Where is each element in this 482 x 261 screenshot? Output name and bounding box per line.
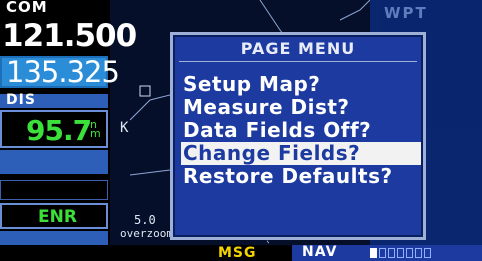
- menu-item-measure-dist[interactable]: Measure Dist?: [181, 96, 421, 119]
- dis-value: 95.7: [26, 114, 92, 147]
- dis-unit: n m: [90, 118, 101, 140]
- page-indicator-segment: [379, 248, 386, 258]
- page-indicator-segment: [370, 248, 377, 258]
- com-standby-frequency[interactable]: 135.325: [0, 55, 120, 89]
- left-datafields: COM 121.500 135.325 DIS 95.7 n m ENR: [0, 0, 137, 245]
- airport-icon: [139, 85, 151, 97]
- page-menu-title: PAGE MENU: [240, 39, 356, 58]
- menu-item-change-fields[interactable]: Change Fields?: [181, 142, 421, 165]
- overzoom-label: overzoom: [120, 227, 173, 240]
- map-scale: 5.0: [134, 213, 156, 227]
- gps-screen: K 5.0 overzoom WPT COM 121.500 135.325 D…: [0, 0, 482, 261]
- empty-datafield-1: [0, 150, 108, 174]
- wpt-label: WPT: [384, 4, 428, 22]
- nav-page-group: NAV: [292, 244, 482, 261]
- menu-item-setup-map[interactable]: Setup Map?: [181, 73, 421, 96]
- page-indicator-segment: [415, 248, 422, 258]
- page-indicator: [370, 248, 431, 258]
- page-menu: PAGE MENU Setup Map? Measure Dist? Data …: [170, 32, 426, 240]
- map-label-k: K: [120, 120, 129, 136]
- page-menu-divider: [179, 61, 417, 62]
- flight-phase-value: ENR: [38, 207, 77, 227]
- dis-field: 95.7 n m: [0, 110, 108, 148]
- com-active-value: 121.500: [2, 18, 137, 54]
- empty-datafield-2: [0, 180, 108, 200]
- com-label: COM: [6, 0, 48, 16]
- msg-annunciator[interactable]: MSG: [218, 245, 278, 261]
- page-indicator-segment: [424, 248, 431, 258]
- nav-label: NAV: [302, 244, 338, 260]
- menu-item-restore-defaults[interactable]: Restore Defaults?: [181, 165, 421, 188]
- empty-datafield-3: [0, 231, 108, 245]
- page-indicator-segment: [406, 248, 413, 258]
- status-bar: MSG NAV: [0, 244, 482, 261]
- com-active-frequency: 121.500: [0, 18, 137, 54]
- dis-label: DIS: [6, 92, 36, 108]
- flight-phase-field: ENR: [0, 203, 108, 229]
- dis-label-box: DIS: [0, 92, 108, 108]
- menu-item-data-fields-off[interactable]: Data Fields Off?: [181, 119, 421, 142]
- page-indicator-segment: [388, 248, 395, 258]
- page-indicator-segment: [397, 248, 404, 258]
- com-standby-value: 135.325: [6, 55, 120, 89]
